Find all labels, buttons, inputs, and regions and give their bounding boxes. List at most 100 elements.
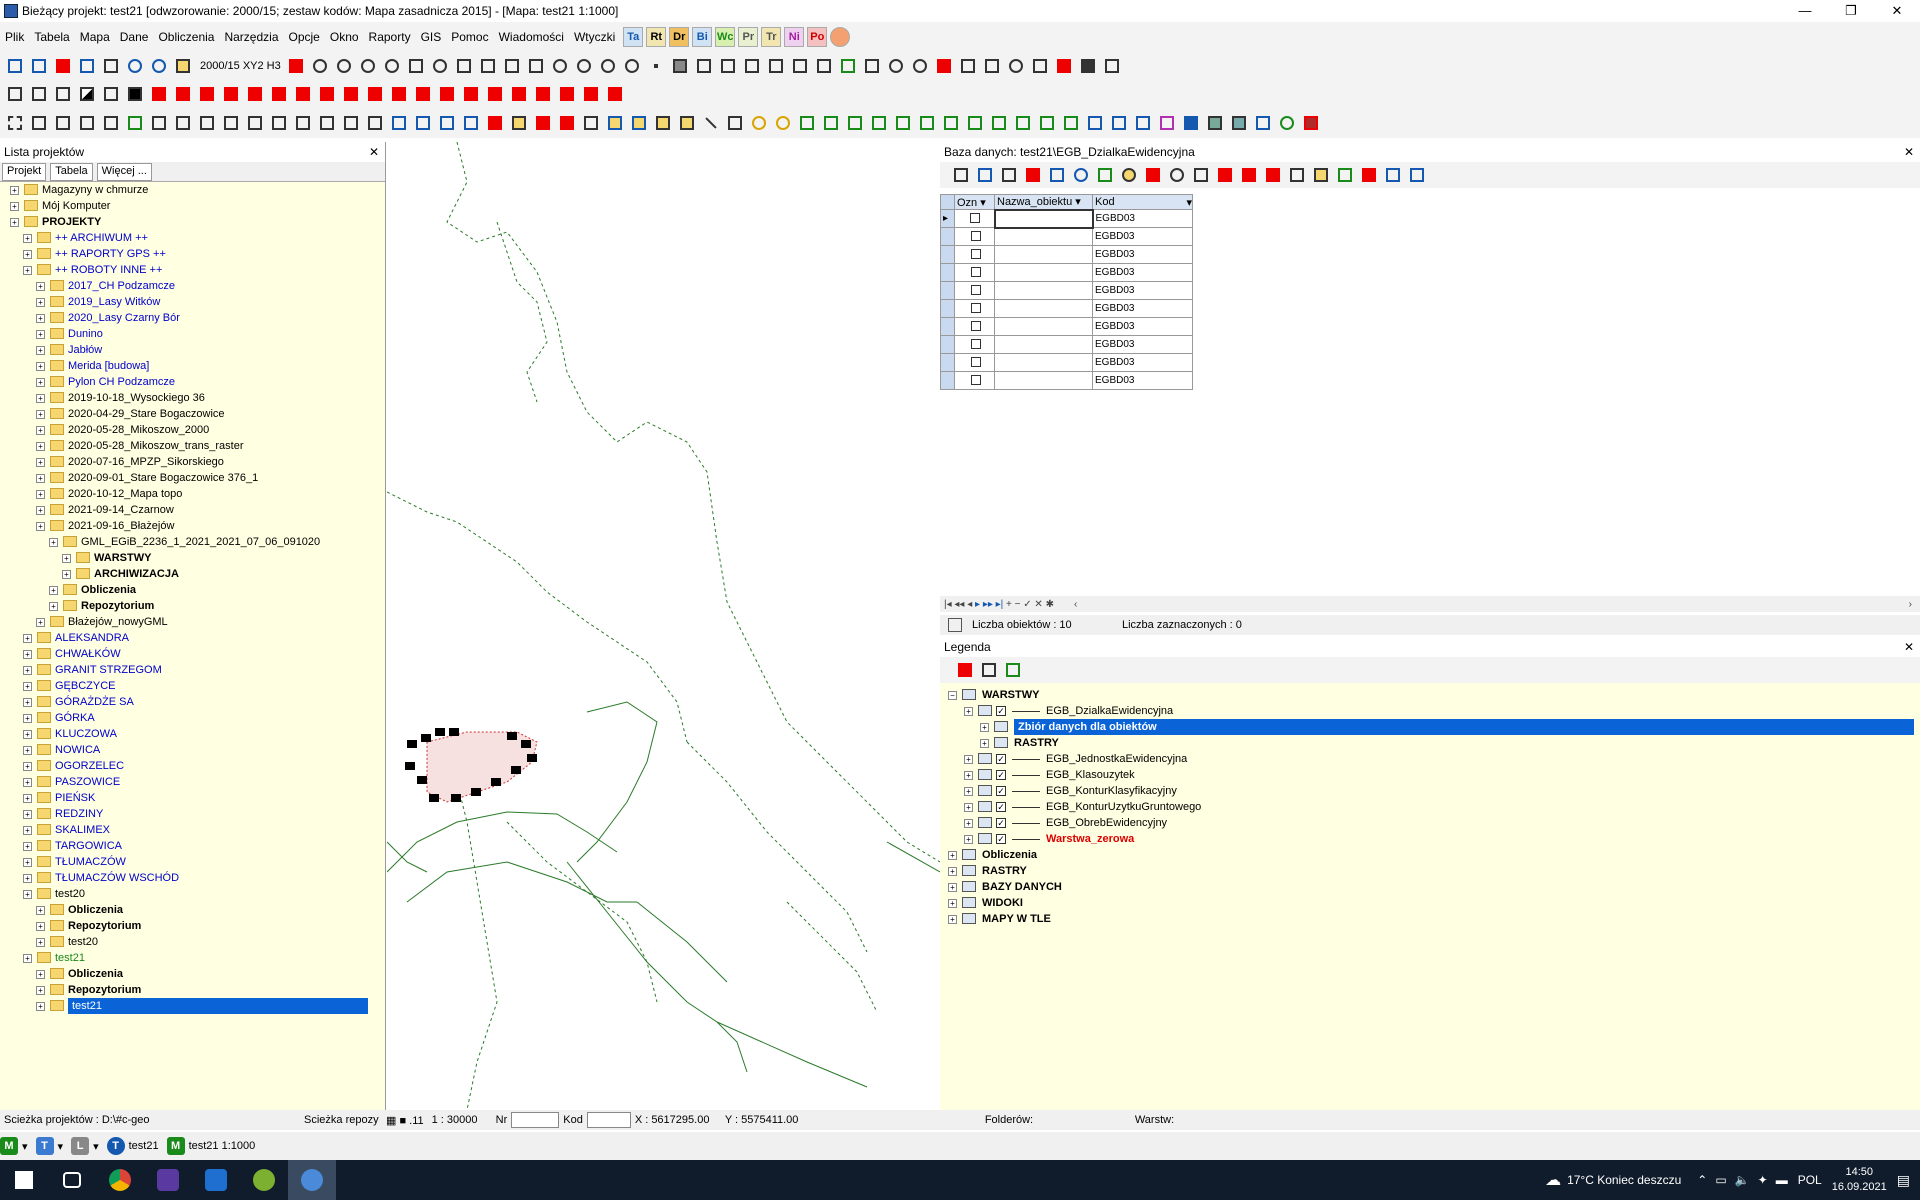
menu-raporty[interactable]: Raporty: [364, 30, 416, 44]
join-icon[interactable]: [436, 83, 458, 105]
close-icon[interactable]: ✕: [1904, 640, 1914, 654]
polyline-icon[interactable]: [477, 55, 499, 77]
table-row[interactable]: EGBD03: [940, 227, 1193, 246]
expand-icon[interactable]: +: [36, 922, 45, 931]
line-style-icon[interactable]: [100, 83, 122, 105]
tree-item[interactable]: + Obliczenia: [0, 966, 385, 982]
compass-icon[interactable]: [1252, 112, 1274, 134]
slope-icon[interactable]: [1036, 112, 1058, 134]
perpendicular-icon[interactable]: [148, 83, 170, 105]
diamond-icon[interactable]: [1132, 112, 1154, 134]
ozn-cell[interactable]: [954, 335, 995, 354]
tree-item[interactable]: +2020_Lasy Czarny Bór: [0, 310, 385, 326]
tree-item[interactable]: + PIEŃSK: [0, 790, 385, 806]
expand-icon[interactable]: +: [36, 282, 45, 291]
layer-visibility-checkbox[interactable]: ✓: [996, 834, 1006, 844]
curve-icon[interactable]: [597, 55, 619, 77]
row-indicator[interactable]: [940, 317, 955, 336]
redo-icon[interactable]: [148, 55, 170, 77]
kod-cell[interactable]: EGBD03: [1092, 281, 1193, 300]
tree-item[interactable]: + SKALIMEX: [0, 822, 385, 838]
tree-item[interactable]: +2020-05-28_Mikoszow_trans_raster: [0, 438, 385, 454]
tree-item[interactable]: + GÓRAŻDŻE SA: [0, 694, 385, 710]
back-arrow-icon[interactable]: [580, 83, 602, 105]
legend-item[interactable]: + ✓ Warstwa_zerowa: [940, 831, 1920, 847]
table-row[interactable]: EGBD03: [940, 299, 1193, 318]
expand-icon[interactable]: +: [36, 330, 45, 339]
expand-icon[interactable]: +: [23, 746, 32, 755]
table-row[interactable]: EGBD03: [940, 317, 1193, 336]
row-indicator[interactable]: [940, 299, 955, 318]
magenta-shape-icon[interactable]: [1156, 112, 1178, 134]
dropbox-icon[interactable]: ✦: [1758, 1173, 1768, 1187]
layer-visibility-checkbox[interactable]: ✓: [996, 786, 1006, 796]
expand-icon[interactable]: +: [23, 666, 32, 675]
measure-distance-icon[interactable]: [220, 112, 242, 134]
resize-icon[interactable]: [244, 112, 266, 134]
usb-icon[interactable]: ▬: [1776, 1173, 1788, 1187]
nazwa-cell[interactable]: [994, 245, 1093, 264]
expand-icon[interactable]: +: [964, 787, 973, 796]
row-checkbox[interactable]: [970, 213, 981, 224]
ozn-cell[interactable]: [954, 263, 995, 282]
expand-icon[interactable]: +: [36, 906, 45, 915]
kod-cell[interactable]: EGBD03: [1092, 245, 1193, 264]
rotate-icon[interactable]: [1005, 55, 1027, 77]
list-icon[interactable]: [861, 55, 883, 77]
frame-red-icon[interactable]: [556, 112, 578, 134]
tree-item[interactable]: + Obliczenia: [0, 582, 385, 598]
network-icon[interactable]: ▭: [1715, 1173, 1726, 1187]
location-pin-icon[interactable]: [1300, 112, 1322, 134]
tree-item[interactable]: + WARSTWY: [0, 550, 385, 566]
expand-icon[interactable]: +: [36, 410, 45, 419]
nazwa-cell[interactable]: [994, 263, 1093, 282]
kod-input[interactable]: [586, 1112, 631, 1128]
expand-icon[interactable]: +: [23, 778, 32, 787]
expand-icon[interactable]: +: [23, 794, 32, 803]
tree-item[interactable]: + test21: [0, 998, 385, 1014]
bisector-icon[interactable]: [244, 83, 266, 105]
layer-visibility-checkbox[interactable]: ✓: [996, 706, 1006, 716]
export-icon[interactable]: [52, 55, 74, 77]
tool-icon[interactable]: [484, 112, 506, 134]
expand-icon[interactable]: +: [23, 650, 32, 659]
language-indicator[interactable]: POL: [1798, 1173, 1822, 1187]
first-record-icon[interactable]: |◂ ◂◂ ◂: [944, 599, 972, 610]
select-objects-icon[interactable]: [268, 112, 290, 134]
expand-icon[interactable]: +: [23, 266, 32, 275]
menu-plik[interactable]: Plik: [0, 30, 29, 44]
copy-icon[interactable]: [28, 55, 50, 77]
legend-item[interactable]: + ✓ EGB_DzialkaEwidencyjna: [940, 703, 1920, 719]
tools-icon[interactable]: [1286, 164, 1308, 186]
kod-cell[interactable]: EGBD03: [1092, 299, 1193, 318]
tray-arrow-icon[interactable]: ⌃: [1697, 1173, 1707, 1187]
kml-icon[interactable]: [1108, 112, 1130, 134]
plugin-rt-button[interactable]: Rt: [646, 27, 667, 47]
expand-icon[interactable]: +: [36, 1002, 45, 1011]
info-list-icon[interactable]: [100, 112, 122, 134]
new-icon[interactable]: [4, 55, 26, 77]
tree-item[interactable]: + Repozytorium: [0, 598, 385, 614]
expand-icon[interactable]: +: [948, 867, 957, 876]
mode-l-button[interactable]: L ▾: [71, 1137, 99, 1155]
tree-item[interactable]: + OGORZELEC: [0, 758, 385, 774]
refresh-icon[interactable]: [429, 55, 451, 77]
globe-icon[interactable]: [830, 27, 851, 47]
row-indicator[interactable]: [940, 263, 955, 282]
cylinder-icon[interactable]: [460, 112, 482, 134]
globe-green-icon[interactable]: [1276, 112, 1298, 134]
trim-icon[interactable]: [364, 83, 386, 105]
tree-item[interactable]: + ++ ARCHIWUM ++: [0, 230, 385, 246]
row-indicator[interactable]: [940, 227, 955, 246]
menu-gis[interactable]: GIS: [416, 30, 447, 44]
column-header-ozn[interactable]: Ozn ▾: [954, 194, 995, 210]
expand-icon[interactable]: +: [23, 810, 32, 819]
tree-item[interactable]: + Repozytorium: [0, 918, 385, 934]
undo-icon[interactable]: [124, 55, 146, 77]
tree-item[interactable]: + test21: [0, 950, 385, 966]
grid-icon[interactable]: [340, 83, 362, 105]
photo-icon[interactable]: [364, 112, 386, 134]
plugin-ta-button[interactable]: Ta: [623, 27, 644, 47]
scroll-left-icon[interactable]: ‹: [1074, 599, 1077, 610]
expand-icon[interactable]: +: [23, 730, 32, 739]
